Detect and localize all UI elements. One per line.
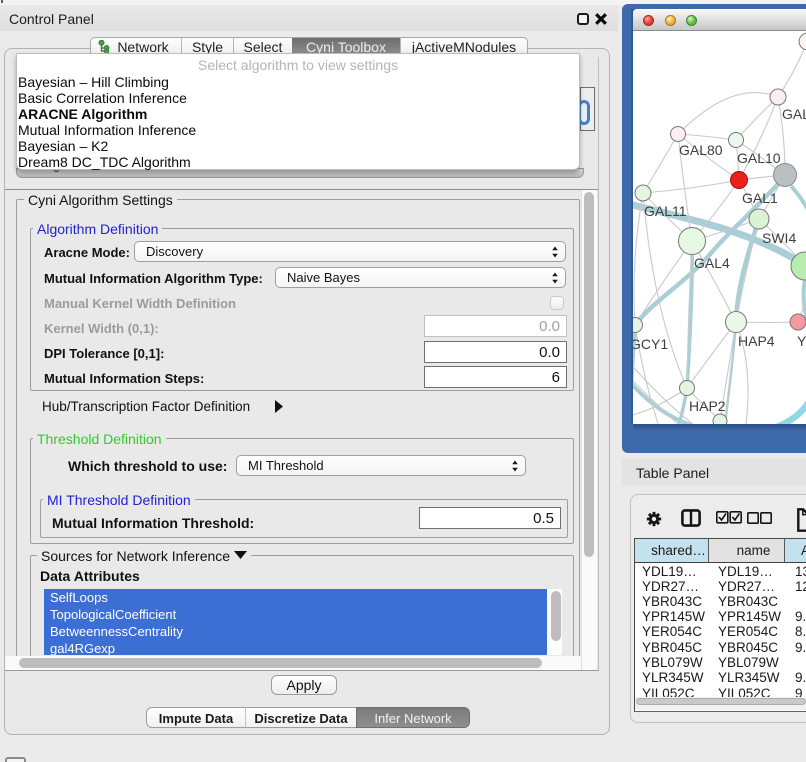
svg-text:GAL4: GAL4 — [694, 255, 730, 271]
svg-text:HAP2: HAP2 — [689, 398, 726, 414]
svg-text:HAP4: HAP4 — [738, 333, 775, 349]
svg-text:GAL11: GAL11 — [644, 203, 687, 219]
svg-text:GCY1: GCY1 — [633, 336, 668, 352]
svg-text:GAL1: GAL1 — [742, 190, 778, 206]
svg-text:GAL: GAL — [782, 106, 806, 122]
svg-text:GAL10: GAL10 — [737, 150, 781, 166]
svg-text:GAL80: GAL80 — [679, 142, 723, 158]
svg-text:SWI4: SWI4 — [762, 230, 796, 246]
svg-text:Y: Y — [797, 333, 806, 349]
